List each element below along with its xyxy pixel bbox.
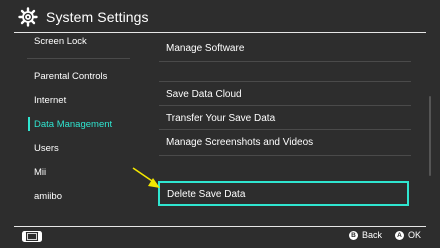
menu-item-manage-software[interactable]: Manage Software xyxy=(166,43,244,54)
a-button-icon: A xyxy=(395,230,404,240)
active-indicator xyxy=(28,117,30,131)
ok-label: OK xyxy=(408,230,422,240)
menu-item-delete-save-data-label: Delete Save Data xyxy=(167,189,246,200)
ok-hint[interactable]: A OK xyxy=(395,230,421,240)
console-icon xyxy=(22,231,42,242)
sidebar-item-users[interactable]: Users xyxy=(34,143,59,154)
scrollbar[interactable] xyxy=(429,96,431,176)
sidebar-item-screen-lock[interactable]: Screen Lock xyxy=(34,36,87,47)
sidebar-item-internet[interactable]: Internet xyxy=(34,95,66,106)
menu-item-delete-save-data[interactable]: Delete Save Data xyxy=(158,181,409,206)
sidebar-item-mii[interactable]: Mii xyxy=(34,167,46,178)
footer: B Back A OK xyxy=(0,226,440,248)
menu-divider xyxy=(159,61,411,62)
menu-divider xyxy=(159,155,411,156)
menu-item-manage-screenshots[interactable]: Manage Screenshots and Videos xyxy=(166,137,313,148)
b-button-icon: B xyxy=(349,230,358,240)
sidebar-item-data-management[interactable]: Data Management xyxy=(34,119,112,130)
back-label: Back xyxy=(362,230,383,240)
page-title: System Settings xyxy=(46,9,149,25)
menu-divider xyxy=(159,81,411,82)
sidebar-item-parental-controls[interactable]: Parental Controls xyxy=(34,71,107,82)
back-hint[interactable]: B Back xyxy=(349,230,382,240)
gear-icon xyxy=(18,7,38,27)
sidebar-divider xyxy=(27,58,130,59)
menu-item-transfer-save-data[interactable]: Transfer Your Save Data xyxy=(166,113,275,124)
header: System Settings xyxy=(0,0,440,33)
menu-divider xyxy=(159,105,411,106)
sidebar-item-amiibo[interactable]: amiibo xyxy=(34,191,62,202)
menu-item-save-data-cloud[interactable]: Save Data Cloud xyxy=(166,89,242,100)
menu-divider xyxy=(159,129,411,130)
